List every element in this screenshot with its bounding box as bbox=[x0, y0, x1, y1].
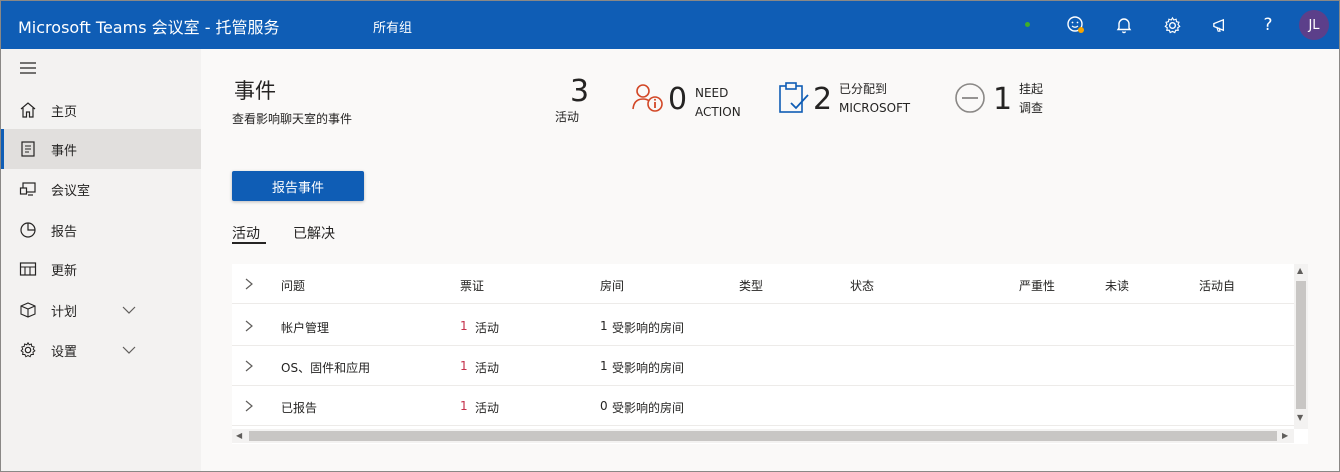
table-row[interactable]: 帐户管理 1 活动 1 受影响的房间 bbox=[232, 306, 1294, 346]
home-icon bbox=[19, 101, 37, 119]
stat-assigned-label-2: MICROSOFT bbox=[839, 101, 911, 115]
page-title: 事件 bbox=[234, 79, 276, 103]
incident-icon bbox=[19, 140, 37, 158]
scroll-right-arrow-icon[interactable]: ▶ bbox=[1282, 432, 1288, 440]
stat-active-value: 3 bbox=[570, 74, 590, 109]
ticket-count: 1 bbox=[460, 399, 468, 413]
chevron-right-icon[interactable] bbox=[244, 359, 256, 373]
tab-active[interactable]: 活动 bbox=[232, 223, 260, 243]
column-header-ticket[interactable]: 票证 bbox=[460, 277, 484, 294]
megaphone-icon[interactable] bbox=[1208, 13, 1232, 37]
table-row[interactable]: OS、固件和应用 1 活动 1 受影响的房间 bbox=[232, 346, 1294, 386]
stat-pending-label-1: 挂起 bbox=[1019, 82, 1044, 96]
stat-active-label: 活动 bbox=[555, 110, 580, 124]
sidebar-item-incidents[interactable]: 事件 bbox=[1, 129, 201, 169]
ticket-label: 活动 bbox=[475, 321, 500, 335]
sidebar-item-settings[interactable]: 设置 bbox=[1, 330, 201, 370]
scroll-up-arrow-icon[interactable]: ▲ bbox=[1297, 267, 1303, 275]
bell-icon[interactable] bbox=[1112, 13, 1136, 37]
column-header-type[interactable]: 类型 bbox=[739, 277, 763, 294]
help-icon[interactable]: ? bbox=[1256, 13, 1280, 37]
scroll-left-arrow-icon[interactable]: ◀ bbox=[236, 432, 242, 440]
table-row[interactable]: 已报告 1 活动 0 受影响的房间 bbox=[232, 386, 1294, 426]
sidebar-item-label: 报告 bbox=[51, 224, 78, 240]
table-header-row: 问题 票证 房间 类型 状态 严重性 未读 活动自 bbox=[232, 264, 1294, 304]
stat-pending-value: 1 bbox=[993, 82, 1013, 117]
room-icon bbox=[19, 180, 37, 198]
column-header-room[interactable]: 房间 bbox=[600, 277, 624, 294]
ticket-count: 1 bbox=[460, 359, 468, 373]
pie-chart-icon bbox=[19, 221, 37, 239]
issue-cell: 已报告 bbox=[281, 401, 318, 415]
vertical-scroll-thumb[interactable] bbox=[1296, 281, 1306, 409]
chevron-down-icon[interactable] bbox=[122, 343, 136, 357]
horizontal-scrollbar[interactable]: ◀ ▶ bbox=[232, 429, 1294, 443]
sidebar-item-label: 事件 bbox=[51, 143, 78, 159]
sidebar-item-plan[interactable]: 计划 bbox=[1, 290, 201, 330]
column-header-unread[interactable]: 未读 bbox=[1105, 277, 1129, 294]
sidebar-item-label: 设置 bbox=[51, 344, 78, 360]
column-header-issue[interactable]: 问题 bbox=[281, 277, 305, 294]
ticket-label: 活动 bbox=[475, 401, 500, 415]
plan-icon bbox=[19, 301, 37, 319]
report-incident-button[interactable]: 报告事件 bbox=[232, 171, 364, 201]
rooms-count: 0 bbox=[600, 399, 608, 413]
sidebar: 主页 事件 会议室 报告 更新 计划 设置 bbox=[1, 49, 201, 471]
tab-active-underline bbox=[232, 242, 266, 244]
stat-need-action-value: 0 bbox=[668, 82, 688, 117]
sidebar-item-label: 会议室 bbox=[51, 183, 91, 199]
avatar[interactable]: JL bbox=[1299, 10, 1329, 40]
issue-cell: 帐户管理 bbox=[281, 321, 330, 335]
group-selector[interactable]: 所有组 bbox=[373, 17, 412, 36]
sidebar-item-updates[interactable]: 更新 bbox=[1, 249, 201, 289]
sidebar-item-home[interactable]: 主页 bbox=[1, 90, 201, 130]
incidents-table: 问题 票证 房间 类型 状态 严重性 未读 活动自 帐户管理 1 活动 1 受影… bbox=[232, 264, 1308, 444]
stat-need-action-label-1: NEED bbox=[695, 86, 729, 100]
scroll-down-arrow-icon[interactable]: ▼ bbox=[1297, 414, 1303, 422]
clipboard-check-icon bbox=[777, 81, 809, 119]
stat-assigned-label-1: 已分配到 bbox=[839, 82, 888, 96]
chevron-right-icon[interactable] bbox=[244, 319, 256, 333]
rooms-count: 1 bbox=[600, 359, 608, 373]
minus-circle-icon bbox=[954, 82, 986, 118]
emoji-icon[interactable] bbox=[1064, 13, 1088, 37]
sidebar-item-label: 更新 bbox=[51, 263, 78, 279]
update-icon bbox=[19, 260, 37, 278]
tab-resolved[interactable]: 已解决 bbox=[293, 223, 335, 243]
ticket-label: 活动 bbox=[475, 361, 500, 375]
rooms-label: 受影响的房间 bbox=[612, 321, 685, 335]
rooms-label: 受影响的房间 bbox=[612, 361, 685, 375]
chevron-right-icon[interactable] bbox=[244, 277, 256, 291]
stat-assigned-value: 2 bbox=[813, 82, 833, 117]
sidebar-item-reports[interactable]: 报告 bbox=[1, 210, 201, 250]
presence-dot bbox=[1025, 22, 1030, 27]
horizontal-scroll-thumb[interactable] bbox=[249, 431, 1277, 441]
main-content: 事件 查看影响聊天室的事件 3 活动 0 NEED ACTION 2 已分配到 … bbox=[201, 49, 1339, 471]
sidebar-item-rooms[interactable]: 会议室 bbox=[1, 169, 201, 209]
gear-icon[interactable] bbox=[1160, 13, 1184, 37]
column-header-status[interactable]: 状态 bbox=[850, 277, 874, 294]
column-header-severity[interactable]: 严重性 bbox=[1019, 277, 1055, 294]
app-window: Microsoft Teams 会议室 - 托管服务 所有组 ? JL 主页 事… bbox=[0, 0, 1340, 472]
column-header-active-since[interactable]: 活动自 bbox=[1199, 277, 1235, 294]
issue-cell: OS、固件和应用 bbox=[281, 361, 371, 375]
hamburger-icon[interactable] bbox=[19, 61, 39, 77]
ticket-count: 1 bbox=[460, 319, 468, 333]
rooms-label: 受影响的房间 bbox=[612, 401, 685, 415]
rooms-count: 1 bbox=[600, 319, 608, 333]
top-bar: Microsoft Teams 会议室 - 托管服务 所有组 ? JL bbox=[1, 1, 1339, 49]
chevron-right-icon[interactable] bbox=[244, 399, 256, 413]
chevron-down-icon[interactable] bbox=[122, 303, 136, 317]
settings-icon bbox=[19, 341, 37, 359]
person-alert-icon bbox=[631, 81, 665, 119]
vertical-scrollbar[interactable]: ▲ ▼ bbox=[1294, 264, 1308, 429]
stat-pending-label-2: 调查 bbox=[1019, 101, 1044, 115]
app-title[interactable]: Microsoft Teams 会议室 - 托管服务 bbox=[18, 14, 280, 38]
sidebar-item-label: 计划 bbox=[51, 304, 78, 320]
sidebar-item-label: 主页 bbox=[51, 104, 78, 120]
stat-need-action-label-2: ACTION bbox=[695, 105, 741, 119]
page-subtitle: 查看影响聊天室的事件 bbox=[232, 112, 353, 126]
